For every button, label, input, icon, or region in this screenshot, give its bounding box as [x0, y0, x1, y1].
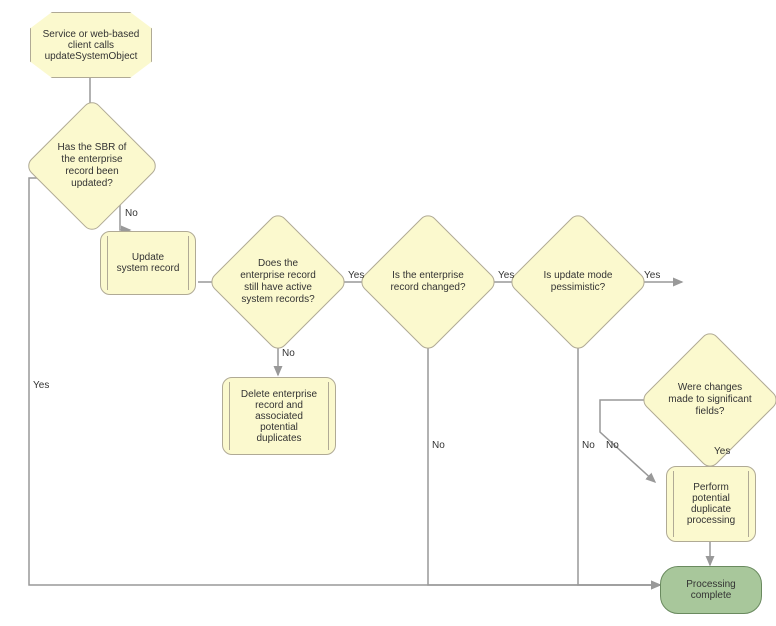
process-delete: Delete enterprise record and associated …: [222, 377, 336, 455]
decision-significant: Were changes made to significant fields?: [660, 350, 760, 450]
decision-pessimistic: Is update mode pessimistic?: [528, 232, 628, 332]
lbl-d5-no: No: [606, 440, 619, 451]
end-text: Processing complete: [675, 579, 747, 601]
p1-text: Update system record: [115, 252, 181, 274]
decision-active: Does the enterprise record still have ac…: [228, 232, 328, 332]
start-text: Service or web-based client calls update…: [31, 29, 151, 62]
d1-text: Has the SBR of the enterprise record bee…: [44, 134, 140, 198]
start-node: Service or web-based client calls update…: [30, 12, 152, 78]
decision-changed: Is the enterprise record changed?: [378, 232, 478, 332]
p2-text: Delete enterprise record and associated …: [237, 389, 321, 444]
lbl-d1-no: No: [125, 208, 138, 219]
lbl-d2-yes: Yes: [348, 270, 364, 281]
lbl-d4-yes: Yes: [644, 270, 660, 281]
lbl-d4-no: No: [582, 440, 595, 451]
process-update: Update system record: [100, 231, 196, 295]
process-duplicate: Perform potential duplicate processing: [666, 466, 756, 542]
lbl-d3-yes: Yes: [498, 270, 514, 281]
end-node: Processing complete: [660, 566, 762, 614]
p3-text: Perform potential duplicate processing: [681, 482, 741, 526]
d3-text: Is the enterprise record changed?: [378, 262, 478, 302]
decision-sbr: Has the SBR of the enterprise record bee…: [44, 118, 140, 214]
lbl-d1-yes: Yes: [33, 380, 49, 391]
d4-text: Is update mode pessimistic?: [528, 262, 628, 302]
lbl-d3-no: No: [432, 440, 445, 451]
lbl-d2-no: No: [282, 348, 295, 359]
d2-text: Does the enterprise record still have ac…: [228, 250, 328, 314]
d5-text: Were changes made to significant fields?: [660, 374, 760, 426]
lbl-d5-yes: Yes: [714, 446, 730, 457]
